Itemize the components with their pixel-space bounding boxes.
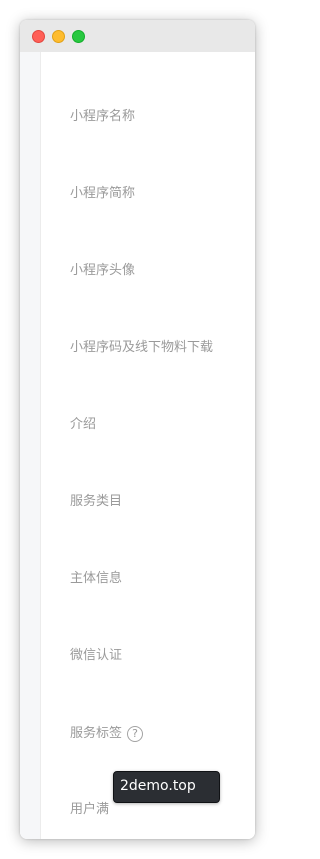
title-bar <box>20 20 255 52</box>
setting-item-entity-info[interactable]: 主体信息 <box>70 568 122 590</box>
setting-label: 服务类目 <box>70 494 123 509</box>
setting-label: 小程序名称 <box>70 109 136 124</box>
setting-label: 微信认证 <box>70 648 123 663</box>
watermark-tooltip: 2demo.top <box>113 771 220 803</box>
setting-label: 主体信息 <box>70 571 123 586</box>
close-window-button[interactable] <box>32 30 45 43</box>
setting-item-wechat-verification[interactable]: 微信认证 <box>70 645 122 667</box>
setting-label: 介绍 <box>70 417 97 432</box>
setting-label: 小程序头像 <box>70 263 136 278</box>
setting-label: 服务标签 <box>70 726 123 741</box>
setting-item-qr-code-download[interactable]: 小程序码及线下物料下载 <box>70 337 213 359</box>
setting-item-user-satisfaction[interactable]: 用户满 <box>70 799 109 821</box>
app-window: 小程序名称 小程序简称 小程序头像 小程序码及线下物料下载 介绍 服务类目 主体… <box>20 20 255 839</box>
setting-item-service-tags[interactable]: 服务标签 ? <box>70 723 144 745</box>
minimize-window-button[interactable] <box>52 30 65 43</box>
setting-item-service-category[interactable]: 服务类目 <box>70 491 122 513</box>
setting-label: 用户满 <box>70 802 110 817</box>
setting-item-short-name[interactable]: 小程序简称 <box>70 183 135 205</box>
setting-item-introduction[interactable]: 介绍 <box>70 414 96 436</box>
sidebar-strip <box>20 52 41 839</box>
settings-list: 小程序名称 小程序简称 小程序头像 小程序码及线下物料下载 介绍 服务类目 主体… <box>41 52 255 839</box>
setting-item-mini-program-name[interactable]: 小程序名称 <box>70 106 135 128</box>
setting-label: 小程序码及线下物料下载 <box>70 340 214 355</box>
help-icon[interactable]: ? <box>127 726 144 742</box>
zoom-window-button[interactable] <box>72 30 85 43</box>
setting-label: 小程序简称 <box>70 186 136 201</box>
setting-item-avatar[interactable]: 小程序头像 <box>70 260 135 282</box>
